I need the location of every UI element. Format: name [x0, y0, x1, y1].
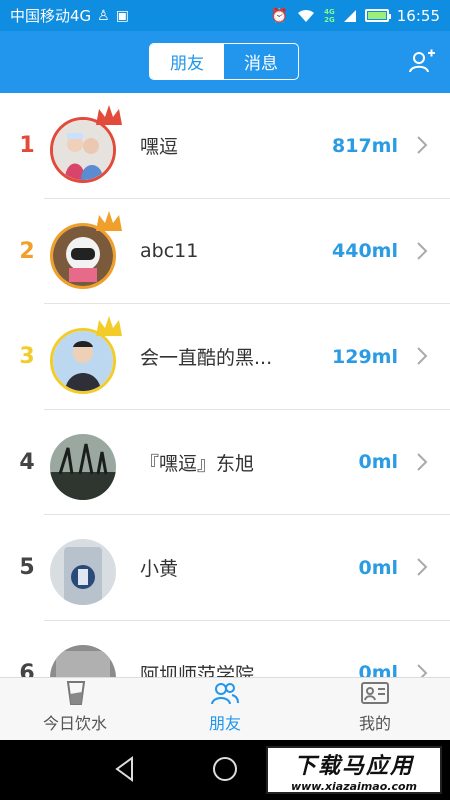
- list-item[interactable]: 3 会一直酷的黑... 129ml: [0, 304, 450, 410]
- clock-label: 16:55: [396, 6, 440, 25]
- nav-label: 我的: [358, 714, 391, 733]
- friend-name: 『嘿逗』东旭: [140, 452, 255, 475]
- watermark-sub: www.xiazaimao.com: [290, 779, 417, 793]
- nav-today-water[interactable]: 今日饮水: [0, 678, 150, 740]
- watermark-logo: 下载马应用 www.xiazaimao.com: [266, 746, 442, 794]
- rank-number: 4: [19, 449, 35, 475]
- nav-mine[interactable]: 我的: [300, 678, 450, 740]
- cup-icon: [66, 681, 86, 705]
- rank-number: 3: [19, 344, 35, 369]
- water-amount: 817ml: [332, 134, 398, 157]
- watermark-main: 下载马应用: [293, 753, 414, 779]
- list-item[interactable]: 2 abc11 440ml: [0, 199, 450, 305]
- chevron-right-icon: [417, 558, 428, 576]
- friend-name: abc11: [140, 240, 199, 262]
- friend-name: 嘿逗: [140, 136, 179, 158]
- chevron-right-icon: [417, 347, 428, 365]
- rank-number: 5: [19, 555, 35, 580]
- rank-number: 2: [19, 238, 35, 264]
- rank-number: 1: [19, 133, 35, 158]
- water-amount: 129ml: [332, 345, 398, 368]
- avatar: [50, 535, 118, 605]
- carrier-label: 中国移动4G: [10, 7, 92, 25]
- home-icon[interactable]: [212, 756, 238, 782]
- crown-icon: [96, 210, 122, 231]
- water-amount: 0ml: [358, 556, 398, 579]
- nav-label: 朋友: [208, 714, 241, 733]
- friend-name: 阿坝师范学院: [140, 663, 255, 678]
- water-amount: 0ml: [358, 662, 398, 677]
- network-top-label: 4G: [324, 7, 335, 16]
- profile-card-icon: [361, 682, 389, 704]
- system-nav-bar: 下载马应用 www.xiazaimao.com: [0, 740, 450, 800]
- battery-icon: [364, 9, 391, 22]
- friends-ranking-list: 1 嘿逗 817ml 2 abc11 440ml 3 会一直酷的黑... 129…: [0, 93, 450, 677]
- wifi-icon: [298, 9, 315, 22]
- app-header: 朋友 消息: [0, 31, 450, 93]
- list-item[interactable]: 5 小黄 0ml: [0, 515, 450, 621]
- nav-friends[interactable]: 朋友: [150, 678, 300, 740]
- avatar-image: [50, 539, 116, 605]
- list-item[interactable]: 1 嘿逗 817ml: [0, 93, 450, 199]
- water-amount: 0ml: [358, 451, 398, 473]
- network-bottom-label: 2G: [324, 15, 335, 24]
- friend-name: 小黄: [140, 558, 179, 580]
- bottom-tab-bar: 今日饮水 朋友 我的: [0, 677, 450, 740]
- crown-icon: [96, 316, 122, 336]
- avatar: [50, 105, 122, 183]
- list-item[interactable]: 4 『嘿逗』东旭 0ml: [0, 410, 450, 516]
- add-person-icon[interactable]: [408, 48, 436, 76]
- avatar: [50, 641, 118, 677]
- list-item[interactable]: 6 阿坝师范学院 0ml: [0, 621, 450, 678]
- avatar-image: [50, 644, 116, 677]
- rank-number: 6: [19, 660, 35, 678]
- chevron-right-icon: [417, 663, 428, 677]
- water-amount: 440ml: [332, 240, 398, 262]
- avatar: [50, 430, 118, 500]
- friend-name: 会一直酷的黑...: [140, 347, 273, 369]
- segmented-tabs: 朋友 消息: [149, 43, 299, 80]
- image-notification-icon: ▣: [115, 7, 129, 24]
- status-bar: 中国移动4G ♙ ▣ ⏰ 4G 2G 16:55: [0, 0, 450, 31]
- chevron-right-icon: [417, 452, 428, 471]
- back-icon[interactable]: [114, 756, 136, 782]
- tab-friends[interactable]: 朋友: [150, 44, 224, 79]
- friends-icon: [211, 683, 239, 705]
- alarm-icon: ⏰: [270, 7, 289, 24]
- network-badge: 4G 2G: [324, 8, 335, 24]
- nav-label: 今日饮水: [42, 714, 107, 733]
- avatar: [50, 316, 122, 394]
- avatar: [50, 210, 122, 289]
- chevron-right-icon: [417, 136, 428, 154]
- tab-messages[interactable]: 消息: [224, 44, 298, 79]
- crown-icon: [96, 105, 122, 125]
- avatar-image: [50, 433, 116, 500]
- signal-icon: [343, 9, 356, 22]
- chevron-right-icon: [417, 241, 428, 260]
- sim-icon: ♙: [97, 7, 110, 24]
